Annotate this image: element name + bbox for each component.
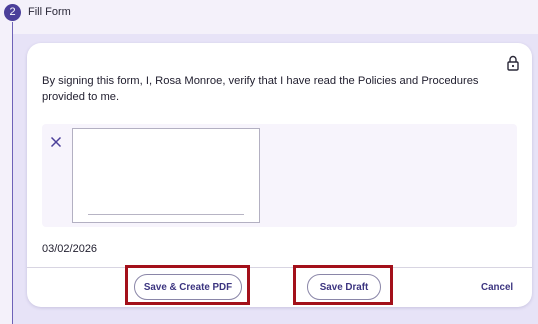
signature-date: 03/02/2026: [42, 243, 98, 255]
signature-pad[interactable]: [72, 128, 260, 223]
cancel-button[interactable]: Cancel: [481, 282, 513, 293]
save-draft-button[interactable]: Save Draft: [307, 274, 381, 300]
close-icon[interactable]: [50, 136, 62, 148]
signature-area: [42, 124, 517, 227]
save-create-pdf-button[interactable]: Save & Create PDF: [134, 274, 242, 300]
signature-baseline: [88, 214, 244, 215]
footer-divider: [27, 267, 532, 268]
step-title: Fill Form: [28, 6, 71, 18]
step-header: 2 Fill Form: [0, 0, 538, 28]
attestation-statement: By signing this form, I, Rosa Monroe, ve…: [42, 75, 479, 103]
form-card: By signing this form, I, Rosa Monroe, ve…: [27, 43, 532, 307]
lock-icon: [507, 55, 519, 71]
step-number-badge: 2: [4, 4, 21, 21]
